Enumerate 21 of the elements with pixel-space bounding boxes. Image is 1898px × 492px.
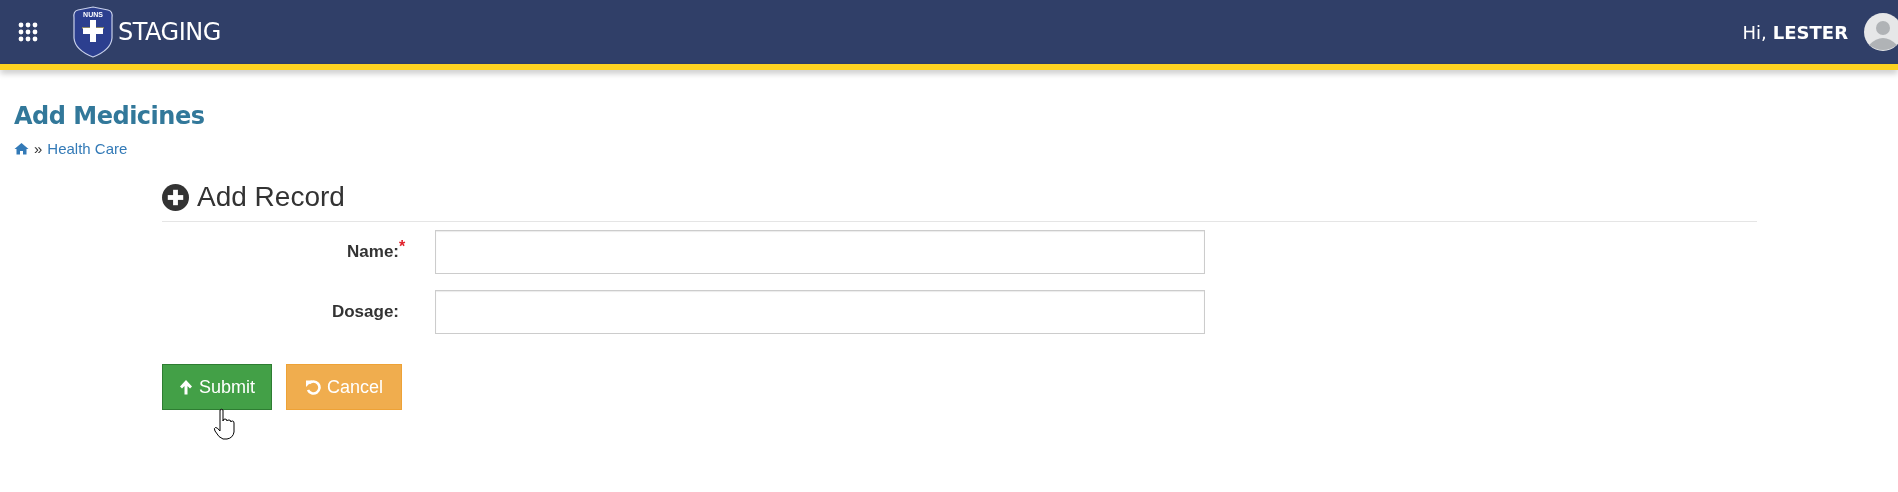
cancel-button[interactable]: Cancel [286,364,403,410]
avatar-icon[interactable] [1864,13,1898,51]
user-name: LESTER [1772,21,1848,43]
submit-button[interactable]: Submit [162,364,273,410]
page-title: Add Medicines [14,102,206,130]
plus-circle-icon [162,183,189,211]
home-icon[interactable] [14,142,29,155]
arrow-up-icon [179,379,193,395]
undo-icon [305,379,322,395]
required-mark: * [399,238,406,255]
user-greeting: Hi, [1742,21,1767,43]
field-label: Dosage: [330,302,399,322]
breadcrumb-link[interactable]: Health Care [47,140,128,157]
field-label: Name: [346,242,399,262]
hand-cursor-icon [213,408,235,440]
form-title: Add Record [197,181,345,213]
app-grid-icon[interactable] [18,22,38,42]
input-field[interactable] [435,230,1205,274]
input-field[interactable] [435,290,1205,334]
site-title: STAGING [118,18,221,46]
breadcrumb-separator: » [34,140,43,157]
